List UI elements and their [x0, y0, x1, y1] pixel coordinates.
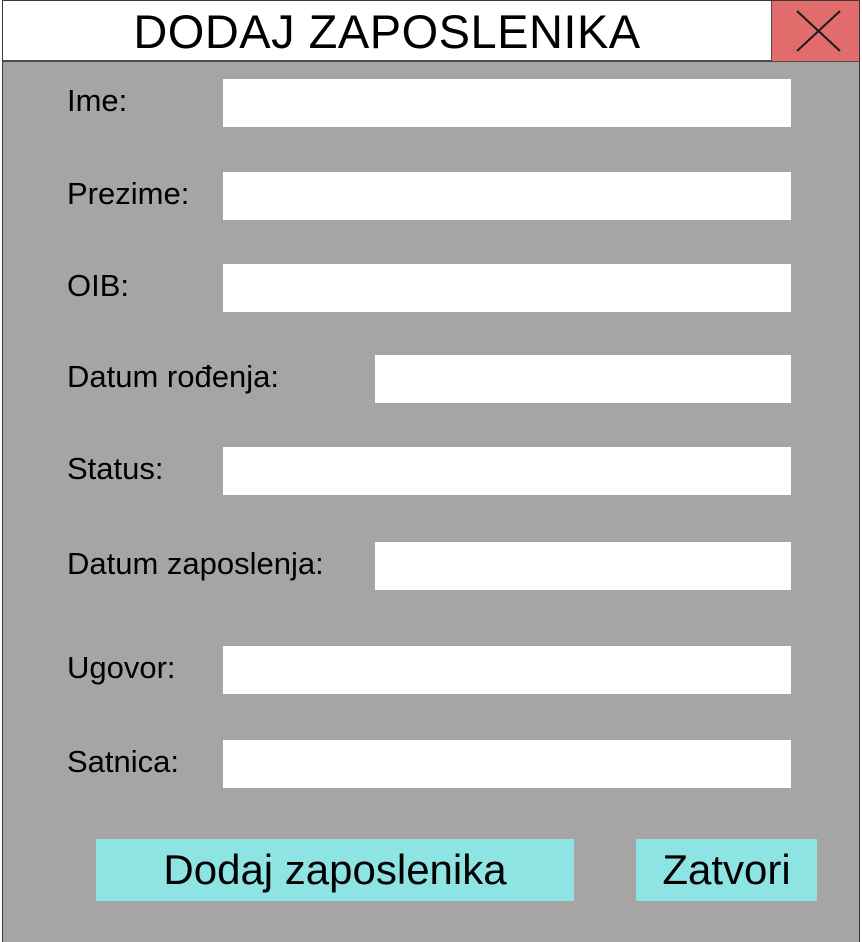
title-bar: DODAJ ZAPOSLENIKA	[3, 0, 859, 62]
contract-input[interactable]	[223, 646, 791, 694]
window-title: DODAJ ZAPOSLENIKA	[133, 5, 641, 58]
last-name-label: Prezime:	[67, 176, 190, 211]
close-button[interactable]: Zatvori	[636, 839, 817, 901]
contract-label: Ugovor:	[67, 650, 176, 685]
birth-date-input[interactable]	[375, 355, 791, 403]
status-label: Status:	[67, 451, 164, 486]
first-name-input[interactable]	[223, 79, 791, 127]
first-name-label: Ime:	[67, 83, 128, 118]
employment-date-label: Datum zaposlenja:	[67, 546, 324, 581]
close-window-button[interactable]	[771, 1, 859, 61]
hourly-rate-label: Satnica:	[67, 744, 180, 779]
add-employee-window: DODAJ ZAPOSLENIKA Ime: Prezime: OIB: Dat…	[2, 0, 860, 942]
add-employee-button[interactable]: Dodaj zaposlenika	[96, 839, 574, 901]
status-input[interactable]	[223, 447, 791, 495]
close-icon	[796, 10, 841, 52]
hourly-rate-input[interactable]	[223, 740, 791, 788]
oib-input[interactable]	[223, 264, 791, 312]
employment-date-input[interactable]	[375, 542, 791, 590]
birth-date-label: Datum rođenja:	[67, 359, 279, 394]
oib-label: OIB:	[67, 268, 130, 303]
last-name-input[interactable]	[223, 172, 791, 220]
